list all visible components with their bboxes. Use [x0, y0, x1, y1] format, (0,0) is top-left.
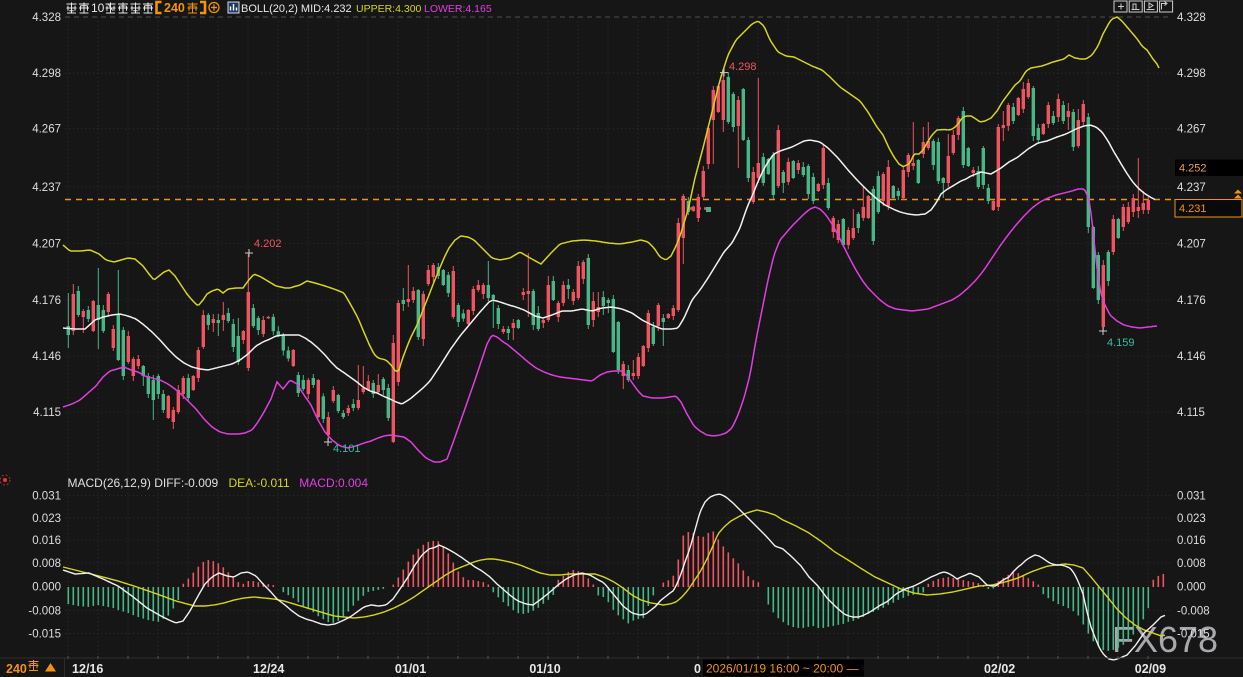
svg-text:4.146: 4.146 — [1177, 351, 1206, 363]
svg-text:4.328: 4.328 — [1177, 12, 1206, 24]
svg-text:LOWER:4.165: LOWER:4.165 — [424, 3, 492, 15]
svg-text:0.023: 0.023 — [1177, 513, 1206, 525]
svg-text:4.267: 4.267 — [1177, 124, 1206, 136]
svg-text:2026/01/19 16:00 ~ 20:00 —: 2026/01/19 16:00 ~ 20:00 — — [706, 662, 858, 676]
svg-text:4.298: 4.298 — [729, 61, 757, 73]
svg-text:4.237: 4.237 — [32, 182, 61, 194]
svg-text:02/02: 02/02 — [984, 662, 1015, 676]
svg-text:-0.008: -0.008 — [28, 605, 61, 617]
svg-text:4.176: 4.176 — [1177, 295, 1206, 307]
svg-text:4.207: 4.207 — [1177, 239, 1206, 251]
svg-text:4.298: 4.298 — [1177, 68, 1206, 80]
svg-text:0.008: 0.008 — [32, 558, 61, 570]
svg-text:0.000: 0.000 — [1177, 582, 1206, 594]
svg-text:4.252: 4.252 — [1179, 163, 1207, 175]
svg-text:0.000: 0.000 — [32, 582, 61, 594]
svg-text:4.207: 4.207 — [32, 239, 61, 251]
svg-text:0.031: 0.031 — [32, 491, 61, 503]
svg-text:4.115: 4.115 — [33, 407, 61, 419]
svg-text:240: 240 — [164, 1, 185, 15]
svg-text:-0.015: -0.015 — [28, 629, 61, 641]
svg-text:4.298: 4.298 — [32, 68, 61, 80]
svg-text:4.231: 4.231 — [1179, 203, 1207, 215]
svg-text:DEA:-0.011: DEA:-0.011 — [229, 476, 290, 490]
svg-text:0.008: 0.008 — [1177, 558, 1206, 570]
svg-text:UPPER:4.300: UPPER:4.300 — [356, 3, 422, 15]
svg-text:4.202: 4.202 — [254, 238, 282, 250]
svg-text:0: 0 — [694, 662, 701, 676]
svg-text:BOLL(20,2) MID:4.232: BOLL(20,2) MID:4.232 — [241, 3, 352, 15]
svg-text:0.016: 0.016 — [32, 535, 61, 547]
svg-text:0.031: 0.031 — [1177, 491, 1206, 503]
svg-text:4.328: 4.328 — [32, 12, 61, 24]
svg-text:240: 240 — [6, 662, 27, 676]
svg-text:4.101: 4.101 — [333, 443, 361, 455]
svg-text:MACD:0.004: MACD:0.004 — [299, 476, 368, 490]
svg-text:-0.008: -0.008 — [1177, 605, 1210, 617]
svg-text:10: 10 — [91, 1, 105, 15]
svg-text:4.267: 4.267 — [32, 124, 61, 136]
svg-text:4.115: 4.115 — [1177, 407, 1205, 419]
svg-text:4.237: 4.237 — [1177, 182, 1206, 194]
svg-text:0.023: 0.023 — [32, 513, 61, 525]
svg-text:0.016: 0.016 — [1177, 535, 1206, 547]
svg-text:-0.015: -0.015 — [1177, 629, 1210, 641]
svg-text:4.146: 4.146 — [32, 351, 61, 363]
svg-text:4.159: 4.159 — [1107, 337, 1135, 349]
svg-text:02/09: 02/09 — [1135, 662, 1166, 676]
svg-text:12/24: 12/24 — [253, 662, 284, 676]
svg-text:01/01: 01/01 — [395, 662, 426, 676]
svg-text:4.176: 4.176 — [32, 295, 61, 307]
svg-text:MACD(26,12,9) DIFF:-0.009: MACD(26,12,9) DIFF:-0.009 — [68, 476, 219, 490]
svg-text:01/10: 01/10 — [529, 662, 560, 676]
svg-text:12/16: 12/16 — [72, 662, 103, 676]
